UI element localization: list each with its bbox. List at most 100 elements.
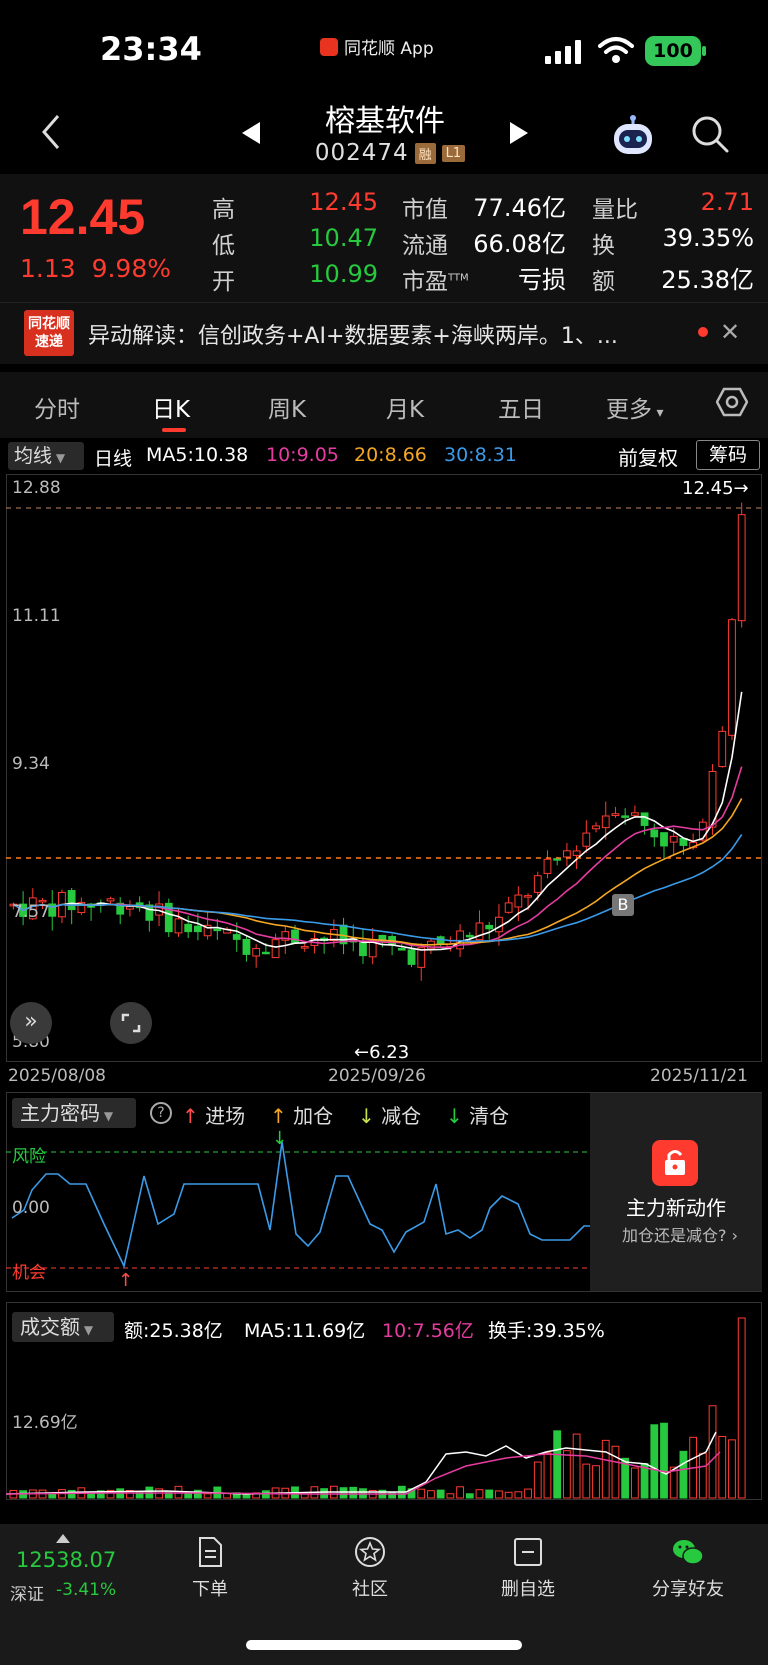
candle-body xyxy=(572,850,581,856)
promo-title: 主力新动作 xyxy=(626,1196,726,1220)
volume-bar xyxy=(572,1433,581,1499)
app-badge: 同花顺 App xyxy=(320,34,434,59)
candle-body xyxy=(184,923,193,933)
y-label-3: 9.34 xyxy=(12,754,50,774)
volratio-label: 量比 xyxy=(592,197,638,223)
wechat-icon xyxy=(673,1540,704,1565)
help-icon[interactable]: ? xyxy=(150,1102,172,1124)
ma20-value: 20:8.66 xyxy=(354,444,427,466)
chance-label: 机会 xyxy=(12,1263,46,1283)
remove-watchlist-button[interactable]: 删自选 xyxy=(468,1535,588,1601)
volume-bar xyxy=(592,1465,600,1499)
pe-label: 市盈TTM xyxy=(402,262,469,296)
candle-body xyxy=(261,951,270,955)
candle-body xyxy=(232,934,241,940)
candle-body xyxy=(126,906,134,910)
prev-stock-icon[interactable] xyxy=(240,120,262,146)
candle-body xyxy=(582,832,591,847)
candle-body xyxy=(553,858,562,861)
down-arrow-green-icon: ↓ xyxy=(446,1104,463,1128)
volume-bar xyxy=(203,1493,212,1499)
search-icon[interactable] xyxy=(690,114,730,154)
expand-forward-icon[interactable]: » xyxy=(10,1002,52,1044)
risk-label: 风险 xyxy=(12,1147,46,1167)
volume-bar xyxy=(533,1461,542,1499)
zero-label: 0.00 xyxy=(12,1198,50,1218)
back-icon[interactable] xyxy=(36,112,66,152)
tab-more[interactable]: 更多 ▾ xyxy=(606,390,663,424)
share-button[interactable]: 分享好友 xyxy=(628,1535,748,1601)
chip-distribution-button[interactable]: 筹码 xyxy=(696,440,760,470)
community-button[interactable]: 社区 xyxy=(310,1535,430,1601)
remove-watchlist-icon xyxy=(514,1538,542,1566)
fullscreen-glyph xyxy=(121,1013,141,1033)
stock-code-row: 002474 融 L1 xyxy=(300,140,480,166)
battery-tip xyxy=(702,46,706,56)
candle-body xyxy=(601,815,610,829)
order-button[interactable]: 下单 xyxy=(150,1535,270,1601)
next-stock-icon[interactable] xyxy=(508,120,530,146)
volume-bar xyxy=(475,1489,484,1499)
news-text[interactable]: 异动解读：信创政务+AI+数据要素+海峡两岸。1、... xyxy=(88,318,668,350)
chevron-down-icon: ▾ xyxy=(652,405,664,421)
ma20-line xyxy=(12,798,743,946)
volume-bar xyxy=(184,1492,193,1499)
volume-bar xyxy=(524,1488,532,1499)
remove-watchlist-label: 删自选 xyxy=(501,1579,555,1600)
candle-body xyxy=(67,890,76,911)
app-logo-icon xyxy=(320,37,338,56)
pe-label-text: 市盈 xyxy=(402,269,448,295)
robot-assistant-icon[interactable] xyxy=(610,114,656,158)
high-value: 12.45 xyxy=(309,188,378,216)
buy-marker: B xyxy=(612,894,634,916)
ma5-value: MA5:10.38 xyxy=(146,444,249,466)
battery-indicator: 100 xyxy=(645,36,701,66)
volume-bar xyxy=(728,1439,736,1499)
tab-weekly-k[interactable]: 周K xyxy=(268,390,306,424)
volume-bar xyxy=(495,1490,503,1499)
candle-body xyxy=(524,895,532,898)
amount-label: 额 xyxy=(592,269,615,295)
candle-body xyxy=(495,916,503,933)
settings-hexagon-icon[interactable] xyxy=(716,386,748,418)
ma10-value: 10:9.05 xyxy=(266,444,339,466)
mktcap-value: 77.46亿 xyxy=(473,194,566,222)
indicator-selector[interactable]: 主力密码 ▼ xyxy=(12,1098,136,1128)
home-indicator xyxy=(246,1640,522,1650)
price-change: 1.13 9.98% xyxy=(20,254,171,283)
fullscreen-icon[interactable] xyxy=(110,1002,152,1044)
legend-add: ↑ 加仓 xyxy=(270,1100,333,1129)
share-label: 分享好友 xyxy=(652,1579,724,1600)
news-logo-line1: 同花顺 xyxy=(28,316,70,332)
date-end: 2025/11/21 xyxy=(650,1066,748,1086)
candle-body xyxy=(514,894,523,908)
candle-body xyxy=(359,942,367,957)
tab-five-day[interactable]: 五日 xyxy=(498,390,544,424)
price-adjust-button[interactable]: 前复权 xyxy=(618,442,678,471)
amount-value: 25.38亿 xyxy=(661,266,754,294)
tab-more-label: 更多 xyxy=(606,397,652,423)
unread-dot xyxy=(698,327,708,337)
tab-monthly-k[interactable]: 月K xyxy=(386,390,424,424)
tab-intraday[interactable]: 分时 xyxy=(34,390,80,424)
ma10-line xyxy=(12,766,743,949)
high-marker: 12.45→ xyxy=(682,478,749,499)
margin-tag: 融 xyxy=(414,142,436,164)
app-badge-label: 同花顺 App xyxy=(344,39,434,59)
index-value[interactable]: 12538.07 xyxy=(16,1548,116,1572)
candle-body xyxy=(271,939,280,959)
chevron-down-icon: ▼ xyxy=(100,1109,114,1123)
close-icon[interactable]: ✕ xyxy=(720,318,740,346)
candle-body xyxy=(397,947,406,951)
tab-daily-k[interactable]: 日K xyxy=(152,390,190,424)
lock-icon xyxy=(652,1140,698,1186)
ma-selector[interactable]: 均线 ▼ xyxy=(8,442,84,470)
candle-body xyxy=(563,850,571,858)
clear-signal-icon: ↓ xyxy=(272,1128,288,1149)
volume-bar xyxy=(601,1439,610,1499)
up-arrow-red-icon: ↑ xyxy=(182,1104,199,1128)
kline-chart[interactable] xyxy=(6,474,762,1062)
legend-clear-label: 清仓 xyxy=(469,1104,510,1128)
community-label: 社区 xyxy=(352,1579,388,1600)
mktcap-label: 市值 xyxy=(402,197,448,223)
